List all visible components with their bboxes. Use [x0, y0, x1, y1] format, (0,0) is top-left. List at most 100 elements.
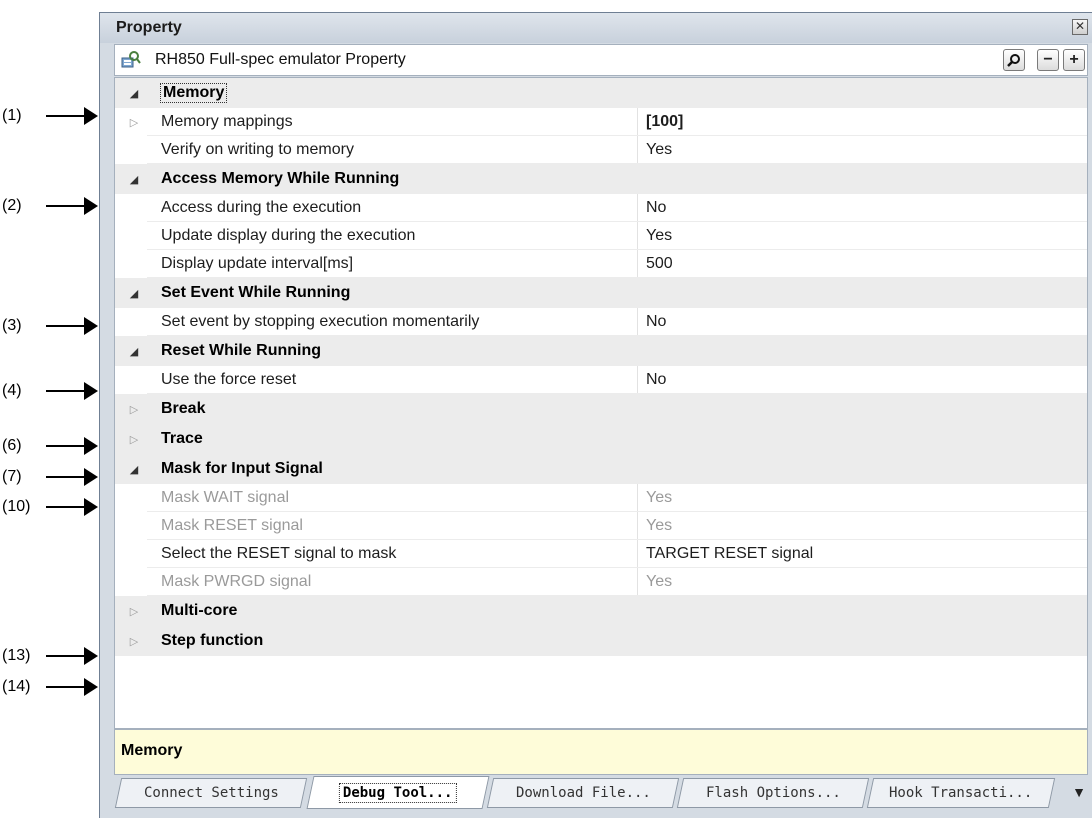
- property-value[interactable]: No: [646, 371, 666, 389]
- collapse-arrow-icon[interactable]: ◢: [127, 345, 141, 358]
- property-name: Verify on writing to memory: [161, 141, 354, 158]
- arrow-head-icon: [84, 498, 98, 516]
- category-name: Trace: [161, 430, 203, 447]
- property-name: Select the RESET signal to mask: [161, 545, 397, 562]
- property-row[interactable]: Verify on writing to memory Yes: [115, 136, 1087, 164]
- category-name: Set Event While Running: [161, 284, 351, 301]
- tab-hook-transacti[interactable]: Hook Transacti...: [866, 778, 1056, 808]
- collapse-arrow-icon[interactable]: ◢: [127, 87, 141, 100]
- column-divider: [637, 512, 638, 540]
- collapse-arrow-icon[interactable]: ◢: [127, 173, 141, 186]
- column-divider: [637, 136, 638, 164]
- category-row[interactable]: ◢ Reset While Running: [115, 336, 1087, 366]
- expand-all-button[interactable]: +: [1063, 49, 1085, 71]
- category-row[interactable]: ◢ Memory: [115, 78, 1087, 108]
- arrow-head-icon: [84, 647, 98, 665]
- property-name: Memory mappings: [161, 113, 293, 130]
- annotation-arrow: (6): [0, 435, 98, 457]
- tab-connect-settings[interactable]: Connect Settings: [114, 778, 308, 808]
- tab-strip: ▼ Connect Settings Debug Tool... Download …: [114, 775, 1088, 815]
- property-value[interactable]: Yes: [646, 573, 672, 591]
- annotation-arrow: (2): [0, 195, 98, 217]
- property-row[interactable]: Mask RESET signal Yes: [115, 512, 1087, 540]
- category-row[interactable]: ◢ Mask for Input Signal: [115, 454, 1087, 484]
- property-value[interactable]: No: [646, 199, 666, 217]
- column-divider: [637, 484, 638, 512]
- property-value[interactable]: Yes: [646, 141, 672, 159]
- description-text: Memory: [121, 742, 183, 759]
- description-area: Memory: [114, 729, 1088, 775]
- annotation-label: (13): [2, 647, 31, 664]
- column-divider: [637, 568, 638, 596]
- category-name: Memory: [159, 83, 228, 103]
- property-row[interactable]: Display update interval[ms] 500: [115, 250, 1087, 278]
- search-button[interactable]: [1003, 49, 1025, 71]
- collapse-arrow-icon[interactable]: ◢: [127, 463, 141, 476]
- category-name: Mask for Input Signal: [161, 460, 323, 477]
- tab-download-file[interactable]: Download File...: [486, 778, 680, 808]
- category-row[interactable]: ◢ Access Memory While Running: [115, 164, 1087, 194]
- property-name: Display update interval[ms]: [161, 255, 354, 272]
- expand-arrow-icon[interactable]: ▷: [127, 635, 141, 648]
- arrow-head-icon: [84, 382, 98, 400]
- tab-label: Connect Settings: [143, 785, 279, 801]
- column-divider: [637, 308, 638, 336]
- tab-flash-options[interactable]: Flash Options...: [676, 778, 870, 808]
- arrow-shaft: [46, 655, 84, 657]
- annotation-label: (14): [2, 678, 31, 695]
- property-row[interactable]: Access during the execution No: [115, 194, 1087, 222]
- expand-arrow-icon[interactable]: ▷: [127, 116, 141, 129]
- annotation-arrow: (7): [0, 466, 98, 488]
- collapse-all-button[interactable]: −: [1037, 49, 1059, 71]
- tab-overflow-icon[interactable]: ▼: [1072, 784, 1086, 800]
- property-value[interactable]: [100]: [646, 113, 683, 131]
- magnifier-icon: [1007, 54, 1020, 67]
- property-row[interactable]: Set event by stopping execution momentar…: [115, 308, 1087, 336]
- annotation-arrow: (14): [0, 676, 98, 698]
- annotation-label: (2): [2, 197, 22, 214]
- property-value[interactable]: Yes: [646, 517, 672, 535]
- arrow-shaft: [46, 445, 84, 447]
- category-row[interactable]: ◢ Set Event While Running: [115, 278, 1087, 308]
- column-divider: [637, 194, 638, 222]
- annotation-arrow: (1): [0, 105, 98, 127]
- annotation-arrow: (4): [0, 380, 98, 402]
- property-value[interactable]: No: [646, 313, 666, 331]
- property-value[interactable]: Yes: [646, 489, 672, 507]
- property-name: Mask PWRGD signal: [161, 573, 312, 590]
- category-row[interactable]: ▷ Step function: [115, 626, 1087, 656]
- category-row[interactable]: ▷ Multi-core: [115, 596, 1087, 626]
- category-row[interactable]: ▷ Break: [115, 394, 1087, 424]
- property-value[interactable]: TARGET RESET signal: [646, 545, 813, 563]
- annotation-label: (6): [2, 437, 22, 454]
- category-name: Step function: [161, 632, 264, 649]
- arrow-head-icon: [84, 317, 98, 335]
- property-row[interactable]: Select the RESET signal to mask TARGET RE…: [115, 540, 1087, 568]
- annotation-label: (3): [2, 317, 22, 334]
- expand-arrow-icon[interactable]: ▷: [127, 605, 141, 618]
- property-row[interactable]: Mask WAIT signal Yes: [115, 484, 1087, 512]
- property-row[interactable]: Use the force reset No: [115, 366, 1087, 394]
- arrow-shaft: [46, 476, 84, 478]
- category-name: Access Memory While Running: [161, 170, 400, 187]
- expand-arrow-icon[interactable]: ▷: [127, 433, 141, 446]
- property-row[interactable]: Update display during the execution Yes: [115, 222, 1087, 250]
- close-icon[interactable]: ✕: [1072, 19, 1088, 35]
- property-row[interactable]: Mask PWRGD signal Yes: [115, 568, 1087, 596]
- annotation-arrow: (13): [0, 645, 98, 667]
- column-divider: [637, 222, 638, 250]
- category-row[interactable]: ▷ Trace: [115, 424, 1087, 454]
- property-toolbar: RH850 Full-spec emulator Property − +: [114, 44, 1088, 76]
- property-value[interactable]: Yes: [646, 227, 672, 245]
- arrow-head-icon: [84, 107, 98, 125]
- collapse-arrow-icon[interactable]: ◢: [127, 287, 141, 300]
- property-row[interactable]: ▷ Memory mappings [100]: [115, 108, 1087, 136]
- expand-arrow-icon[interactable]: ▷: [127, 403, 141, 416]
- property-value[interactable]: 500: [646, 255, 673, 273]
- arrow-shaft: [46, 115, 84, 117]
- tab-debug-tool[interactable]: Debug Tool...: [306, 776, 490, 809]
- arrow-shaft: [46, 390, 84, 392]
- column-divider: [637, 250, 638, 278]
- tab-label: Hook Transacti...: [889, 785, 1033, 801]
- panel-titlebar: Property ✕: [100, 13, 1092, 43]
